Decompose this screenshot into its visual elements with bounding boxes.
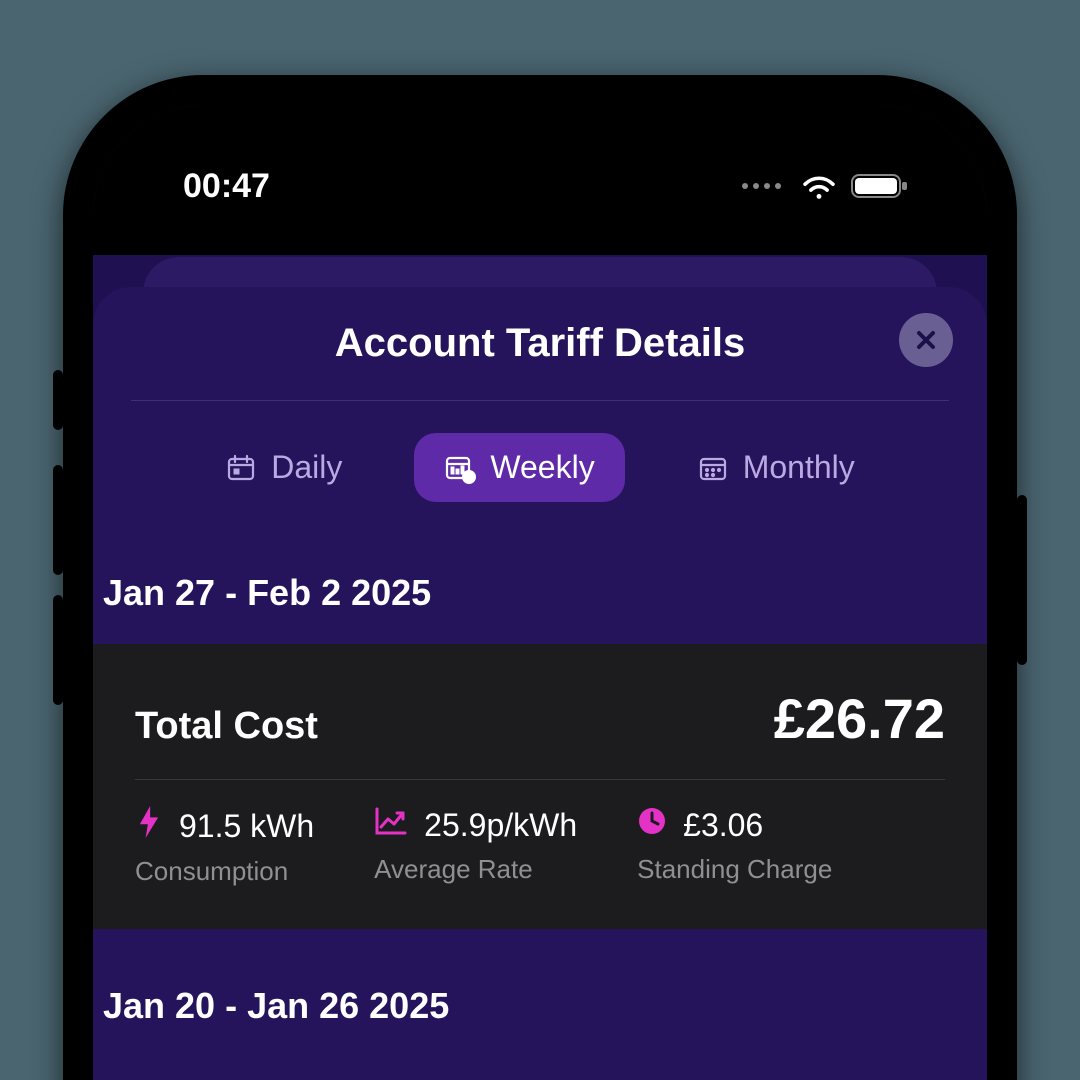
- calendar-week-icon: [444, 452, 476, 484]
- tab-daily[interactable]: Daily: [195, 433, 372, 502]
- phone-frame: 00:47: [63, 75, 1017, 1080]
- tab-monthly[interactable]: Monthly: [667, 433, 885, 502]
- status-time: 00:47: [183, 167, 270, 206]
- phone-screen: 00:47: [93, 105, 987, 1080]
- wifi-icon: [801, 172, 837, 200]
- calendar-month-icon: [697, 452, 729, 484]
- trend-up-icon: [374, 806, 408, 844]
- cost-card[interactable]: Total Cost £26.72 91.5 kWh: [93, 644, 987, 929]
- phone-side-button: [53, 370, 63, 430]
- phone-volume-down: [53, 595, 63, 705]
- bolt-icon: [135, 806, 163, 846]
- close-icon: [915, 329, 937, 351]
- tab-monthly-label: Monthly: [743, 449, 855, 486]
- metric-standing-charge: £3.06 Standing Charge: [637, 806, 832, 887]
- consumption-label: Consumption: [135, 856, 314, 887]
- close-button[interactable]: [899, 313, 953, 367]
- metrics-row: 91.5 kWh Consumption: [135, 806, 945, 887]
- consumption-value: 91.5 kWh: [179, 808, 314, 845]
- standing-charge-value: £3.06: [683, 807, 763, 844]
- tab-daily-label: Daily: [271, 449, 342, 486]
- avg-rate-value: 25.9p/kWh: [424, 807, 577, 844]
- battery-icon: [851, 172, 909, 200]
- clock-icon: [637, 806, 667, 844]
- dynamic-island: [410, 147, 670, 223]
- calendar-day-icon: [225, 452, 257, 484]
- card-divider: [135, 779, 945, 780]
- total-cost-value: £26.72: [774, 686, 945, 751]
- cellular-dots-icon: [742, 183, 781, 189]
- phone-volume-up: [53, 465, 63, 575]
- metric-avg-rate: 25.9p/kWh Average Rate: [374, 806, 577, 887]
- total-cost-row: Total Cost £26.72: [135, 686, 945, 779]
- period-range: Jan 27 - Feb 2 2025: [93, 572, 987, 644]
- sheet-title: Account Tariff Details: [93, 321, 987, 366]
- tab-weekly[interactable]: Weekly: [414, 433, 624, 502]
- tariff-details-sheet: Account Tariff Details: [93, 287, 987, 1080]
- metric-consumption: 91.5 kWh Consumption: [135, 806, 314, 887]
- period-tabs: Daily Weekly: [93, 401, 987, 522]
- status-right: [742, 172, 909, 200]
- standing-charge-label: Standing Charge: [637, 854, 832, 885]
- periods-list[interactable]: Jan 27 - Feb 2 2025 Total Cost £26.72: [93, 522, 987, 1057]
- tab-weekly-label: Weekly: [490, 449, 594, 486]
- phone-power-button: [1017, 495, 1027, 665]
- avg-rate-label: Average Rate: [374, 854, 577, 885]
- total-cost-label: Total Cost: [135, 705, 318, 748]
- period-range: Jan 20 - Jan 26 2025: [93, 929, 987, 1057]
- sheet-header: Account Tariff Details: [93, 287, 987, 400]
